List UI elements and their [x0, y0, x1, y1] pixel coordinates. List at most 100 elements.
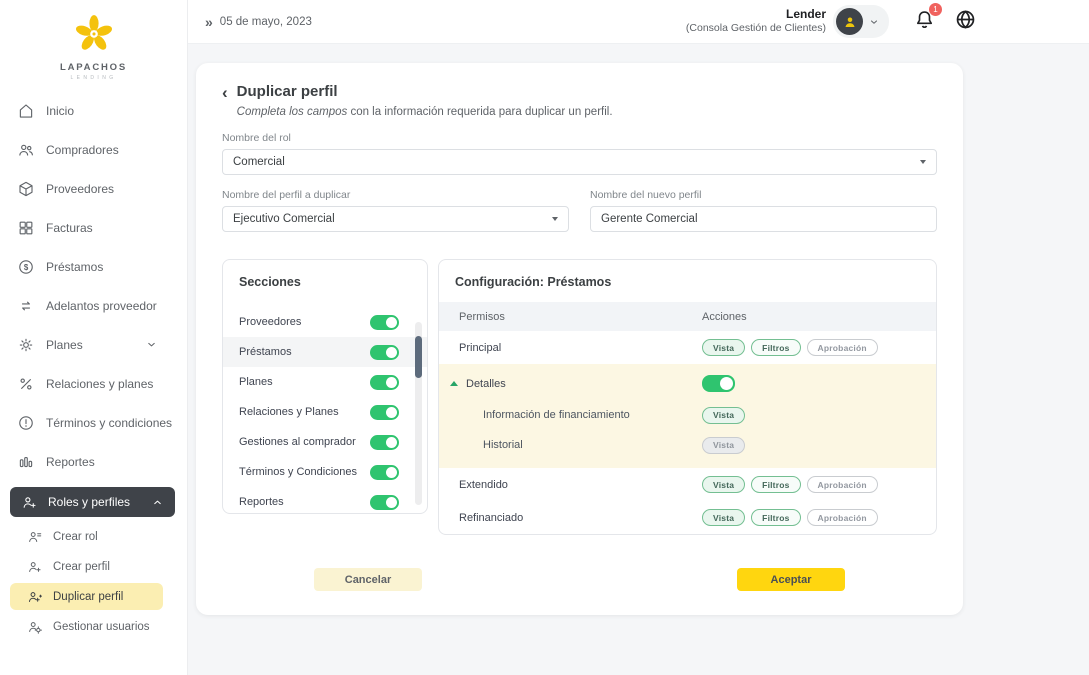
sidebar-item-label: Compradores: [46, 143, 119, 157]
sidebar-subitem-label: Crear perfil: [53, 561, 110, 573]
source-profile-select[interactable]: Ejecutivo Comercial: [222, 206, 569, 232]
action-chip-aprobacion[interactable]: Aprobación: [807, 476, 878, 493]
create-profile-icon: [27, 559, 43, 575]
chevron-down-icon: [146, 339, 157, 350]
source-profile-label: Nombre del perfil a duplicar: [222, 189, 569, 201]
section-toggle-proveedores[interactable]: [370, 315, 399, 330]
notifications-bell-icon[interactable]: 1: [913, 8, 936, 36]
permission-label: Refinanciado: [459, 512, 523, 524]
sidebar-subitem-gestionar-usuarios[interactable]: Gestionar usuarios: [10, 613, 163, 640]
card-header: ‹ Duplicar perfil Completa los campos co…: [222, 83, 937, 118]
role-label: Nombre del rol: [222, 132, 937, 144]
accept-button[interactable]: Aceptar: [737, 568, 845, 591]
brand-subtitle: LENDING: [70, 75, 116, 81]
roles-icon: [21, 494, 38, 511]
section-label: Reportes: [239, 496, 284, 508]
sidebar-item-label: Facturas: [46, 221, 93, 235]
permission-cell: Principal: [439, 342, 702, 354]
sidebar-item-label: Proveedores: [46, 182, 114, 196]
role-select[interactable]: Comercial: [222, 149, 937, 175]
sidebar-subitem-crear-rol[interactable]: Crear rol: [10, 523, 163, 550]
sidebar-item-label: Adelantos proveedor: [46, 299, 157, 313]
action-chip-vista[interactable]: Vista: [702, 509, 745, 526]
section-item-planes[interactable]: Planes: [223, 367, 427, 397]
sidebar-subitem-label: Duplicar perfil: [53, 591, 123, 603]
sidebar-item-planes[interactable]: Planes: [0, 325, 187, 364]
action-chip-vista[interactable]: Vista: [702, 407, 745, 424]
sidebar-item-reportes[interactable]: Reportes: [0, 442, 187, 481]
permission-row-informacion-de-financiamiento: Información de financiamiento Vista: [439, 400, 936, 430]
section-item-relaciones-y-planes[interactable]: Relaciones y Planes: [223, 397, 427, 427]
sidebar-item-compradores[interactable]: Compradores: [0, 130, 187, 169]
sidebar-expand-icon[interactable]: »: [205, 14, 211, 30]
section-toggle-relaciones-y-planes[interactable]: [370, 405, 399, 420]
panels-row: Secciones Proveedores PréstamosPlanesRela…: [222, 259, 937, 535]
action-chip-vista[interactable]: Vista: [702, 339, 745, 356]
app-root: LAPACHOS LENDING Inicio Compradores Provee…: [0, 0, 1089, 675]
flower-logo-icon: [71, 10, 117, 61]
section-toggle-reportes[interactable]: [370, 495, 399, 510]
permission-cell: Historial: [439, 439, 702, 451]
section-item-terminos-y-condiciones[interactable]: Términos y Condiciones: [223, 457, 427, 487]
section-item-prestamos[interactable]: Préstamos: [223, 337, 427, 367]
collapse-caret-icon[interactable]: [450, 381, 458, 386]
sidebar-item-proveedores[interactable]: Proveedores: [0, 169, 187, 208]
sidebar-item-relaciones-y-planes[interactable]: Relaciones y planes: [0, 364, 187, 403]
sections-panel-title: Secciones: [223, 260, 427, 302]
section-item-gestiones-al-comprador[interactable]: Gestiones al comprador: [223, 427, 427, 457]
cancel-button[interactable]: Cancelar: [314, 568, 422, 591]
action-chip-vista[interactable]: Vista: [702, 476, 745, 493]
sidebar-item-facturas[interactable]: Facturas: [0, 208, 187, 247]
sidebar-item-prestamos[interactable]: $Préstamos: [0, 247, 187, 286]
actions-cell: Vista: [702, 437, 936, 454]
config-panel-title: Configuración: Préstamos: [439, 260, 936, 302]
sidebar-item-label: Reportes: [46, 455, 95, 469]
action-chip-filtros[interactable]: Filtros: [751, 476, 800, 493]
action-chip-aprobacion[interactable]: Aprobación: [807, 509, 878, 526]
chevron-up-icon: [152, 497, 163, 508]
group-toggle-detalles[interactable]: [702, 375, 735, 392]
user-info: Lender (Consola Gestión de Clientes): [686, 7, 826, 35]
section-item-reportes[interactable]: Reportes: [223, 487, 427, 514]
permission-row-historial: HistorialVista: [439, 430, 936, 460]
sidebar-item-adelantos-proveedor[interactable]: Adelantos proveedor: [0, 286, 187, 325]
chevron-down-icon: [869, 17, 879, 27]
sections-scrollbar[interactable]: [415, 322, 422, 505]
home-icon: [17, 102, 35, 120]
section-item-proveedores[interactable]: Proveedores: [223, 307, 427, 337]
sidebar-subitem-duplicar-perfil[interactable]: Duplicar perfil: [10, 583, 163, 610]
permission-cell: Información de financiamiento: [439, 409, 702, 421]
section-toggle-gestiones-al-comprador[interactable]: [370, 435, 399, 450]
scrollbar-thumb[interactable]: [415, 336, 422, 378]
actions-cell: Vista: [702, 407, 936, 424]
permission-label: Información de financiamiento: [483, 409, 630, 421]
sidebar-item-label: Inicio: [46, 104, 74, 118]
sidebar-item-inicio[interactable]: Inicio: [0, 91, 187, 130]
brand-logo: LAPACHOS LENDING: [0, 10, 187, 81]
section-toggle-terminos-y-condiciones[interactable]: [370, 465, 399, 480]
section-toggle-planes[interactable]: [370, 375, 399, 390]
permission-group-detalles: DetallesInformación de financiamientoVis…: [439, 364, 936, 468]
sidebar-subitem-crear-perfil[interactable]: Crear perfil: [10, 553, 163, 580]
notification-badge: 1: [929, 3, 942, 16]
actions-cell: Vista Filtros Aprobación: [702, 339, 936, 356]
user-menu[interactable]: [833, 5, 889, 38]
action-chip-filtros[interactable]: Filtros: [751, 509, 800, 526]
back-button[interactable]: ‹: [222, 84, 228, 118]
avatar: [836, 8, 863, 35]
sidebar-item-label: Préstamos: [46, 260, 103, 274]
action-chip-filtros[interactable]: Filtros: [751, 339, 800, 356]
alert-icon: [17, 414, 35, 432]
section-label: Proveedores: [239, 316, 301, 328]
permissions-column-header: Permisos: [439, 311, 702, 323]
section-toggle-prestamos[interactable]: [370, 345, 399, 360]
grid-icon: [17, 219, 35, 237]
source-profile-value: Ejecutivo Comercial: [233, 213, 335, 225]
action-chip-aprobacion[interactable]: Aprobación: [807, 339, 878, 356]
action-chip-vista[interactable]: Vista: [702, 437, 745, 454]
sidebar-item-roles-y-perfiles[interactable]: Roles y perfiles: [10, 487, 175, 517]
language-globe-icon[interactable]: [954, 8, 977, 36]
sidebar-item-terminos-y-condiciones[interactable]: Términos y condiciones: [0, 403, 187, 442]
new-profile-label: Nombre del nuevo perfil: [590, 189, 937, 201]
new-profile-input[interactable]: [590, 206, 937, 232]
